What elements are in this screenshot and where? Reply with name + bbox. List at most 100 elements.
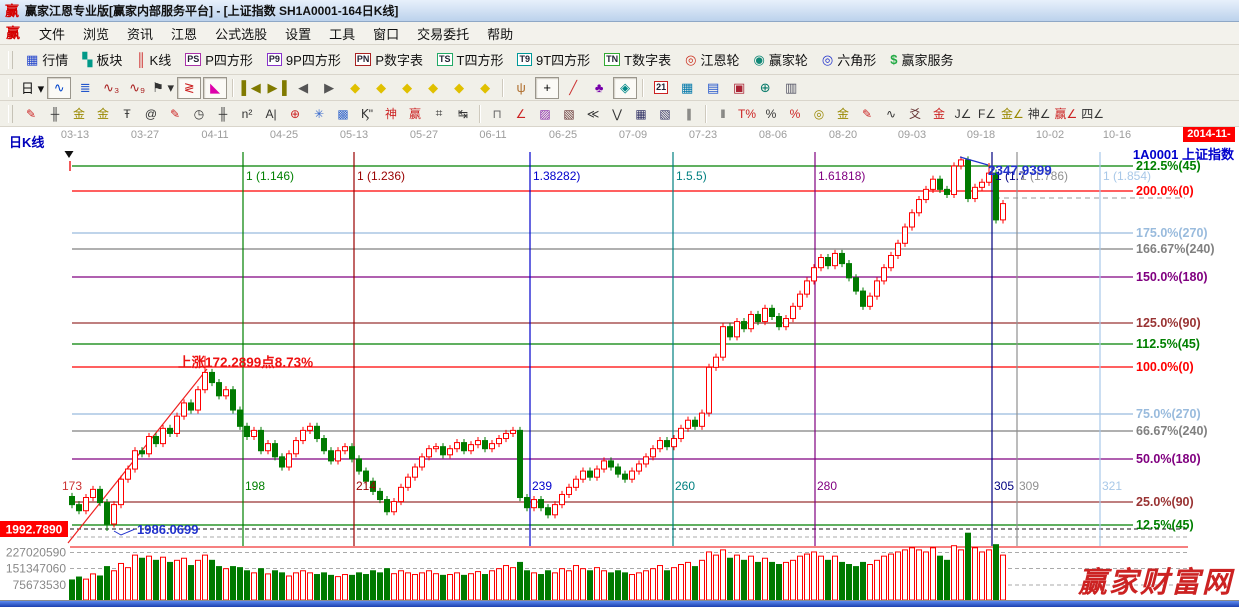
toolbar-grip[interactable] — [8, 105, 13, 123]
nav-next-tool[interactable]: ▶ — [317, 77, 341, 99]
quote-button[interactable]: ▦行情 — [19, 46, 75, 73]
menu-item-7[interactable]: 工具 — [320, 22, 364, 45]
9t-square-button[interactable]: T99T四方形 — [510, 46, 597, 73]
gold-box-tool[interactable]: 金 — [928, 103, 950, 125]
pan-hand-tool[interactable]: ψ — [509, 77, 533, 99]
calendar-21-tool[interactable]: 21 — [649, 77, 673, 99]
menu-item-10[interactable]: 帮助 — [478, 22, 522, 45]
t-percent-tool[interactable]: T% — [736, 103, 758, 125]
percent-line-tool[interactable]: % — [784, 103, 806, 125]
title-bar[interactable]: 赢 赢家江恩专业版[赢家内部服务平台] - [上证指数 SH1A0001-164… — [0, 0, 1239, 22]
winner-service-button[interactable]: $赢家服务 — [883, 46, 960, 73]
diamond-horizontal-tool[interactable]: ◆ — [395, 77, 419, 99]
brush-3-tool[interactable]: ✎ — [856, 103, 878, 125]
j-angle-tool[interactable]: J∠ — [952, 103, 974, 125]
compass-blue-tool[interactable]: ✳ — [308, 103, 330, 125]
toolbar-grip[interactable] — [8, 79, 13, 97]
clock-cycle-tool[interactable]: ◷ — [188, 103, 210, 125]
p-table-button[interactable]: PNP数字表 — [348, 46, 430, 73]
nav-first-tool[interactable]: ▌◀ — [239, 77, 263, 99]
angle-a-tool[interactable]: A| — [260, 103, 282, 125]
grid-box-1-tool[interactable]: ▩ — [332, 103, 354, 125]
n-squared-tool[interactable]: n² — [236, 103, 258, 125]
win-angle-tool[interactable]: 赢∠ — [1054, 103, 1079, 125]
gold-circle-tool[interactable]: ◎ — [808, 103, 830, 125]
t-table-button[interactable]: TNT数字表 — [597, 46, 678, 73]
parallel-lines-tool[interactable]: ∥ — [678, 103, 700, 125]
t-square-button[interactable]: TST四方形 — [430, 46, 510, 73]
menu-item-8[interactable]: 窗口 — [364, 22, 408, 45]
candlestick-chart[interactable]: 212.5%(45)200.0%(0)175.0%(270)166.67%(24… — [0, 127, 1239, 600]
nav-last-tool[interactable]: ▶▐ — [265, 77, 289, 99]
menu-item-4[interactable]: 江恩 — [162, 22, 206, 45]
toolbar-grip[interactable] — [8, 51, 13, 69]
diamond-both-tool[interactable]: ◆ — [421, 77, 445, 99]
diamond-cross-tool[interactable]: ◆ — [447, 77, 471, 99]
god-ruler-tool[interactable]: 神 — [380, 103, 402, 125]
spiral-tool[interactable]: @ — [140, 103, 162, 125]
box-corner-tool[interactable]: ⊓ — [486, 103, 508, 125]
menu-item-5[interactable]: 公式选股 — [206, 22, 276, 45]
calculator-tool[interactable]: ▦ — [675, 77, 699, 99]
menu-item-6[interactable]: 设置 — [276, 22, 320, 45]
save-floppy-tool[interactable]: ▣ — [727, 77, 751, 99]
trend-zigzag-tool[interactable]: ∿ — [47, 77, 71, 99]
notepad-tool[interactable]: ▤ — [701, 77, 725, 99]
span-arrow-tool[interactable]: ↹ — [452, 103, 474, 125]
winner-wheel-button[interactable]: ◉赢家轮 — [746, 46, 814, 73]
f-angle-tool[interactable]: F∠ — [976, 103, 998, 125]
trendline-draw-tool[interactable]: ╱ — [561, 77, 585, 99]
tools-tree-tool[interactable]: ♣ — [587, 77, 611, 99]
kline-button[interactable]: ║K线 — [129, 46, 178, 73]
wave-box-tool[interactable]: ∿ — [880, 103, 902, 125]
yao-box-tool[interactable]: 爻 — [904, 103, 926, 125]
diamond-right-tool[interactable]: ◆ — [369, 77, 393, 99]
four-angle-tool[interactable]: 四∠ — [1080, 103, 1105, 125]
gold-gate-2-tool[interactable]: 金 — [92, 103, 114, 125]
grid-ruler-tool[interactable]: ╫ — [44, 103, 66, 125]
fan-lines-tool[interactable]: ≪ — [582, 103, 604, 125]
gann-wheel-button[interactable]: ◎江恩轮 — [678, 46, 746, 73]
god-angle-tool[interactable]: 神∠ — [1027, 103, 1052, 125]
remote-computer-tool[interactable]: ▥ — [779, 77, 803, 99]
gold-angle-tool[interactable]: 金∠ — [1000, 103, 1025, 125]
menu-item-1[interactable]: 文件 — [30, 22, 74, 45]
fan-red-tool[interactable]: ∠ — [510, 103, 532, 125]
k-quote-tool[interactable]: Ϗ" — [356, 103, 378, 125]
percent-tool[interactable]: % — [760, 103, 782, 125]
grid-square-arrow-tool[interactable]: ▧ — [654, 103, 676, 125]
fan-purple-tool[interactable]: ▨ — [534, 103, 556, 125]
v-wave-tool[interactable]: ⋁ — [606, 103, 628, 125]
gold-line-tool[interactable]: 金 — [832, 103, 854, 125]
menu-item-9[interactable]: 交易委托 — [408, 22, 478, 45]
compass-red-tool[interactable]: ⊕ — [284, 103, 306, 125]
menu-item-2[interactable]: 浏览 — [74, 22, 118, 45]
wave-3-tool[interactable]: ∿₃ — [99, 77, 123, 99]
diamond-left-tool[interactable]: ◆ — [343, 77, 367, 99]
ruler-123-tool[interactable]: ⌗ — [428, 103, 450, 125]
flag-marker-tool[interactable]: ⚑ ▾ — [151, 77, 175, 99]
gold-gate-1-tool[interactable]: 金 — [68, 103, 90, 125]
web-globe-tool[interactable]: ⊕ — [753, 77, 777, 99]
hexagon-button[interactable]: ◎六角形 — [815, 46, 883, 73]
fan-dark-tool[interactable]: ▧ — [558, 103, 580, 125]
wave-9-tool[interactable]: ∿₉ — [125, 77, 149, 99]
brush-2-tool[interactable]: ✎ — [164, 103, 186, 125]
grid-square-tool[interactable]: ▦ — [630, 103, 652, 125]
9p-square-button[interactable]: P99P四方形 — [260, 46, 348, 73]
ruler-2-tool[interactable]: ╫ — [212, 103, 234, 125]
diamond-all-tool[interactable]: ◆ — [473, 77, 497, 99]
period-select-tool[interactable]: 日 ▾ — [20, 77, 45, 99]
menu-item-3[interactable]: 资讯 — [118, 22, 162, 45]
win-ruler-tool[interactable]: 赢 — [404, 103, 426, 125]
crosshair-tool[interactable]: + — [535, 77, 559, 99]
brush-red-tool[interactable]: ✎ — [20, 103, 42, 125]
smart-brain-tool[interactable]: ◈ — [613, 77, 637, 99]
volume-histogram-tool[interactable]: ◣ — [203, 77, 227, 99]
price-bars-tool[interactable]: ‖ — [712, 103, 734, 125]
sectors-button[interactable]: ▚板块 — [75, 46, 129, 73]
f-ruler-tool[interactable]: Ŧ — [116, 103, 138, 125]
info-document-tool[interactable]: ≣ — [73, 77, 97, 99]
nav-prev-tool[interactable]: ◀ — [291, 77, 315, 99]
formula-scribble-tool[interactable]: ≷ — [177, 77, 201, 99]
